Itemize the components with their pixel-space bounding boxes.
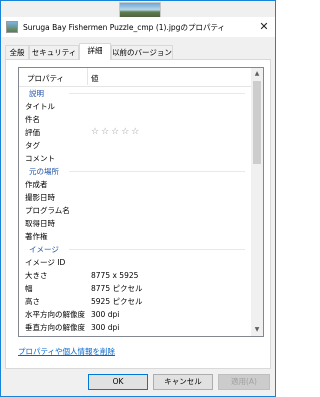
- group-label: 元の場所: [29, 167, 59, 176]
- list-item[interactable]: 撮影日時: [19, 191, 251, 204]
- list-item[interactable]: タイトル: [19, 100, 251, 113]
- group-divider: [69, 93, 245, 94]
- property-name: 評価: [25, 128, 40, 137]
- title-bar[interactable]: Suruga Bay Fishermen Puzzle_cmp (1).jpgの…: [1, 17, 275, 37]
- property-name: 幅: [25, 284, 33, 293]
- group-label: イメージ: [29, 245, 59, 254]
- scrollbar-thumb[interactable]: [253, 81, 261, 164]
- property-name: 大きさ: [25, 271, 48, 280]
- property-name: タグ: [25, 141, 40, 150]
- list-item[interactable]: 著作権: [19, 230, 251, 243]
- property-name: 水平方向の解像度: [25, 310, 85, 319]
- property-name: イメージ ID: [25, 258, 66, 267]
- column-divider[interactable]: [87, 68, 88, 85]
- vertical-scrollbar[interactable]: ▲ ▼: [251, 68, 263, 336]
- cancel-button[interactable]: キャンセル: [153, 374, 213, 390]
- list-item[interactable]: プログラム名: [19, 204, 251, 217]
- list-item[interactable]: 作成者: [19, 178, 251, 191]
- ok-button[interactable]: OK: [88, 374, 148, 390]
- property-name: タイトル: [25, 102, 55, 111]
- property-name: 件名: [25, 115, 40, 124]
- list-item[interactable]: 大きさ 8775 x 5925: [19, 269, 251, 282]
- group-description[interactable]: 説明: [19, 87, 251, 100]
- property-list[interactable]: プロパティ 値 説明 タイトル 件名 評価 ☆☆☆☆☆ タグ コメント 元の場所 …: [18, 67, 264, 337]
- details-panel: プロパティ 値 説明 タイトル 件名 評価 ☆☆☆☆☆ タグ コメント 元の場所 …: [5, 59, 271, 369]
- property-name: 高さ: [25, 297, 40, 306]
- list-item[interactable]: コメント: [19, 152, 251, 165]
- property-name: プログラム名: [25, 206, 70, 215]
- list-item[interactable]: 水平方向の解像度 300 dpi: [19, 308, 251, 321]
- group-divider: [69, 249, 245, 250]
- list-item[interactable]: 取得日時: [19, 217, 251, 230]
- apply-button[interactable]: 適用(A): [218, 374, 270, 390]
- property-name: コメント: [25, 154, 55, 163]
- property-name: 作成者: [25, 180, 48, 189]
- list-rows: 説明 タイトル 件名 評価 ☆☆☆☆☆ タグ コメント 元の場所 作成者 撮影日時…: [19, 87, 251, 334]
- group-divider: [69, 171, 245, 172]
- list-item[interactable]: 垂直方向の解像度 300 dpi: [19, 321, 251, 334]
- image-file-icon: [6, 21, 18, 33]
- property-value: 8775 ピクセル: [91, 284, 143, 293]
- properties-dialog: Suruga Bay Fishermen Puzzle_cmp (1).jpgの…: [0, 0, 276, 397]
- scroll-down-icon[interactable]: ▼: [251, 324, 263, 336]
- list-item[interactable]: イメージ ID: [19, 256, 251, 269]
- tab-previous-versions[interactable]: 以前のバージョン: [111, 45, 173, 59]
- property-value: 300 dpi: [91, 323, 120, 332]
- window-title: Suruga Bay Fishermen Puzzle_cmp (1).jpgの…: [23, 23, 225, 32]
- tab-details[interactable]: 詳細: [79, 43, 111, 60]
- group-image[interactable]: イメージ: [19, 243, 251, 256]
- remove-properties-link[interactable]: プロパティや個人情報を削除: [18, 346, 115, 357]
- tab-security[interactable]: セキュリティ: [29, 45, 79, 59]
- close-icon[interactable]: ✕: [257, 20, 271, 34]
- list-item[interactable]: 高さ 5925 ピクセル: [19, 295, 251, 308]
- property-name: 取得日時: [25, 219, 55, 228]
- list-item[interactable]: 評価 ☆☆☆☆☆: [19, 126, 251, 139]
- list-item[interactable]: 件名: [19, 113, 251, 126]
- list-item[interactable]: 幅 8775 ピクセル: [19, 282, 251, 295]
- group-label: 説明: [29, 89, 44, 98]
- list-item[interactable]: タグ: [19, 139, 251, 152]
- rating-stars[interactable]: ☆☆☆☆☆: [91, 126, 141, 139]
- property-name: 垂直方向の解像度: [25, 323, 85, 332]
- column-header-value[interactable]: 値: [91, 73, 99, 84]
- group-origin[interactable]: 元の場所: [19, 165, 251, 178]
- property-value: 5925 ピクセル: [91, 297, 143, 306]
- property-value: 8775 x 5925: [91, 271, 139, 280]
- property-name: 撮影日時: [25, 193, 55, 202]
- property-name: 著作権: [25, 232, 48, 241]
- tab-general[interactable]: 全般: [5, 45, 29, 59]
- column-header-property[interactable]: プロパティ: [27, 73, 64, 84]
- property-value: 300 dpi: [91, 310, 120, 319]
- list-header: プロパティ 値: [19, 68, 251, 87]
- scroll-up-icon[interactable]: ▲: [251, 68, 263, 80]
